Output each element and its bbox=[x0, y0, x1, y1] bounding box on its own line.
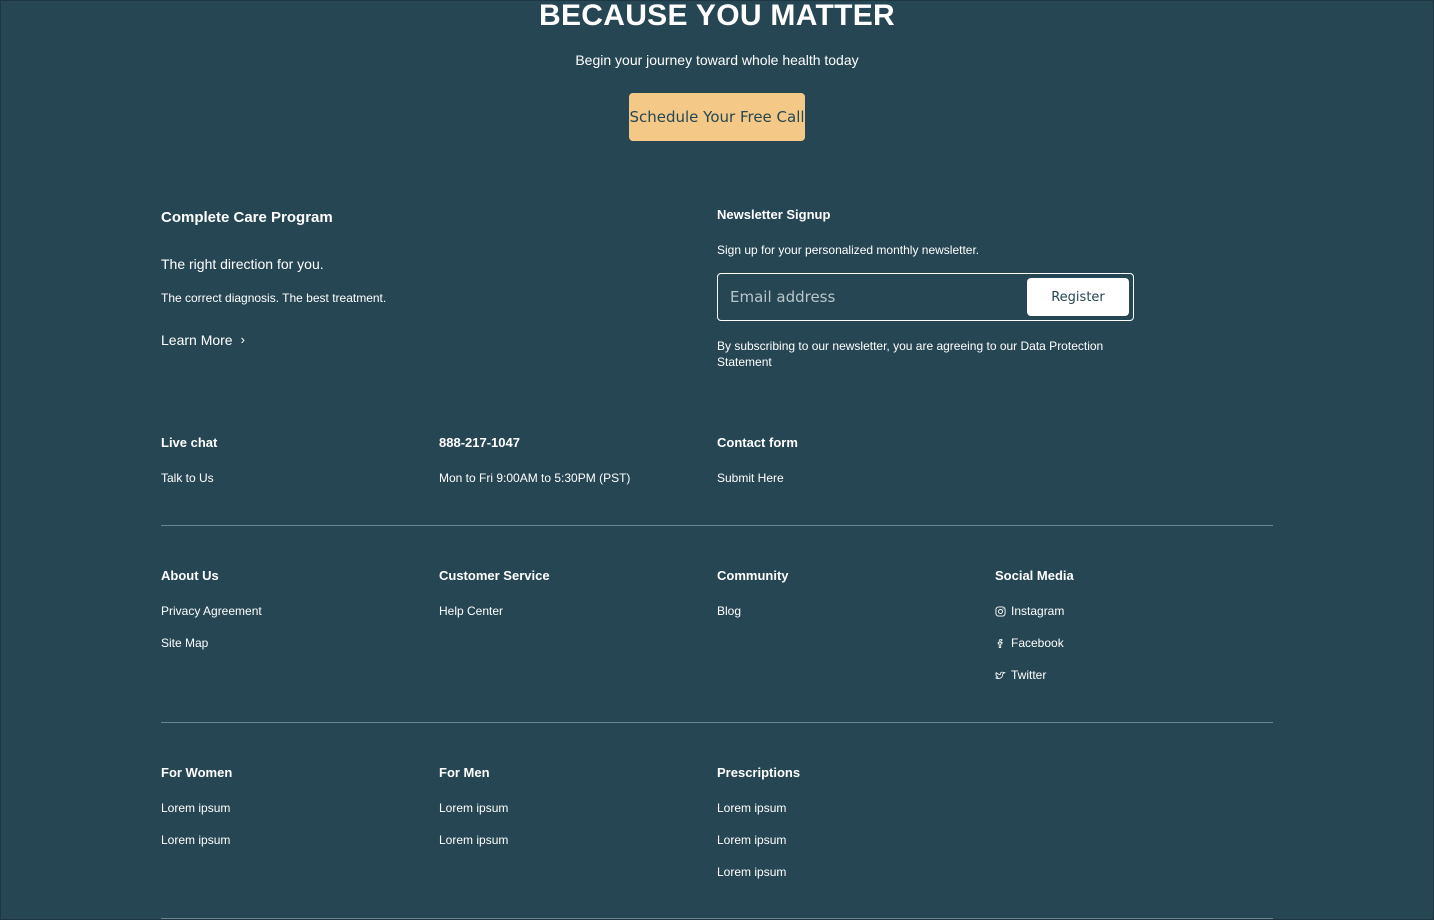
facebook-link[interactable]: Facebook bbox=[995, 635, 1064, 651]
privacy-agreement-link[interactable]: Privacy Agreement bbox=[161, 603, 262, 619]
for-men-title: For Men bbox=[439, 765, 490, 780]
schedule-call-button[interactable]: Schedule Your Free Call bbox=[629, 93, 805, 141]
about-us-title: About Us bbox=[161, 568, 219, 583]
learn-more-link[interactable]: Learn More › bbox=[161, 331, 245, 349]
prescriptions-link[interactable]: Lorem ipsum bbox=[717, 832, 786, 848]
newsletter-title: Newsletter Signup bbox=[717, 207, 831, 222]
community-title: Community bbox=[717, 568, 789, 583]
facebook-label: Facebook bbox=[1011, 636, 1064, 650]
help-center-link[interactable]: Help Center bbox=[439, 603, 503, 619]
site-map-link[interactable]: Site Map bbox=[161, 635, 208, 651]
program-description: The correct diagnosis. The best treatmen… bbox=[161, 291, 387, 305]
instagram-link[interactable]: Instagram bbox=[995, 603, 1064, 619]
prescriptions-title: Prescriptions bbox=[717, 765, 801, 780]
talk-to-us-link[interactable]: Talk to Us bbox=[161, 470, 214, 486]
learn-more-label: Learn More bbox=[161, 332, 233, 348]
program-tagline: The right direction for you. bbox=[161, 256, 324, 272]
newsletter-disclaimer: By subscribing to our newsletter, you ar… bbox=[717, 339, 1104, 369]
divider bbox=[161, 722, 1273, 723]
phone-hours: Mon to Fri 9:00AM to 5:30PM (PST) bbox=[439, 471, 631, 485]
newsletter-description: Sign up for your personalized monthly ne… bbox=[717, 243, 980, 257]
twitter-link[interactable]: Twitter bbox=[995, 667, 1046, 683]
women-link[interactable]: Lorem ipsum bbox=[161, 800, 230, 816]
newsletter-form: Register bbox=[717, 273, 1134, 321]
prescriptions-link[interactable]: Lorem ipsum bbox=[717, 800, 786, 816]
live-chat-title: Live chat bbox=[161, 435, 218, 450]
program-title: Complete Care Program bbox=[161, 209, 333, 226]
chevron-right-icon: › bbox=[240, 331, 245, 347]
email-input[interactable] bbox=[718, 274, 1027, 320]
facebook-icon bbox=[997, 638, 1003, 648]
women-link[interactable]: Lorem ipsum bbox=[161, 832, 230, 848]
divider bbox=[161, 525, 1273, 526]
hero-subtitle: Begin your journey toward whole health t… bbox=[575, 52, 859, 68]
register-button[interactable]: Register bbox=[1027, 278, 1129, 316]
phone-number[interactable]: 888-217-1047 bbox=[439, 434, 520, 452]
for-women-title: For Women bbox=[161, 765, 233, 780]
social-media-title: Social Media bbox=[995, 568, 1074, 583]
twitter-label: Twitter bbox=[1011, 668, 1047, 682]
instagram-icon bbox=[995, 605, 1006, 617]
men-link[interactable]: Lorem ipsum bbox=[439, 832, 508, 848]
contact-form-title: Contact form bbox=[717, 435, 798, 450]
instagram-label: Instagram bbox=[1011, 604, 1065, 618]
blog-link[interactable]: Blog bbox=[717, 603, 741, 619]
submit-here-link[interactable]: Submit Here bbox=[717, 470, 784, 486]
hero-title: BECAUSE YOU MATTER bbox=[539, 0, 895, 32]
men-link[interactable]: Lorem ipsum bbox=[439, 800, 508, 816]
prescriptions-link[interactable]: Lorem ipsum bbox=[717, 864, 786, 880]
twitter-icon bbox=[995, 671, 1006, 679]
customer-service-title: Customer Service bbox=[439, 568, 550, 583]
divider bbox=[161, 918, 1273, 919]
